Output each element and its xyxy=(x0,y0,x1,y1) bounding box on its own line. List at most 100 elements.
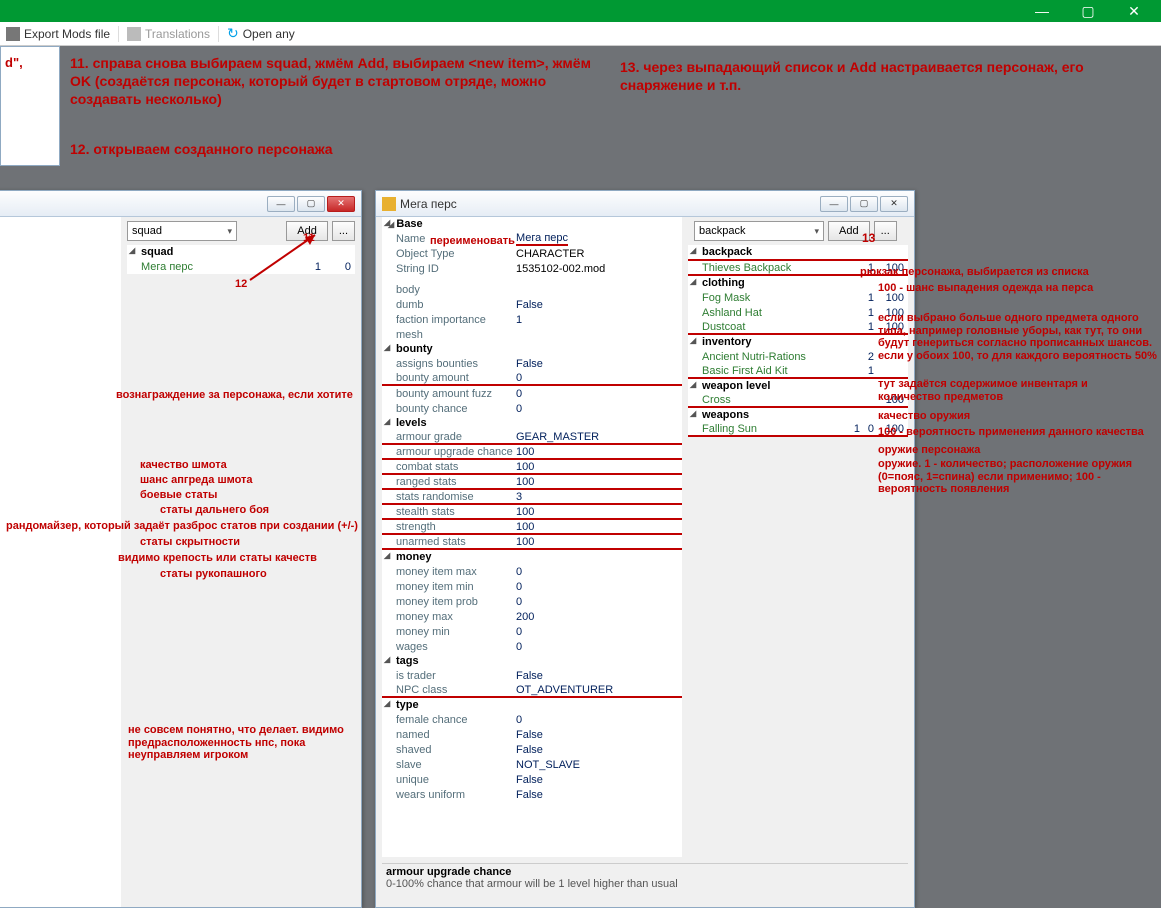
export-mods-button[interactable]: Export Mods file xyxy=(6,27,110,41)
inventory-item-row[interactable]: Ancient Nutri-Rations2 xyxy=(688,349,908,364)
named-key: named xyxy=(396,729,516,741)
bounty-fuzz-value[interactable]: 0 xyxy=(516,388,522,400)
money-section-head[interactable]: money xyxy=(382,550,682,564)
category-dropdown[interactable]: squad xyxy=(127,221,237,241)
squad-item-row[interactable]: Мега перс 1 0 xyxy=(127,259,355,274)
assigns-bounties-value[interactable]: False xyxy=(516,358,543,370)
dumb-value[interactable]: False xyxy=(516,299,543,311)
weapon-level-section-head[interactable]: weapon level xyxy=(688,379,908,393)
money-min-key: money min xyxy=(396,626,516,638)
female-chance-value[interactable]: 0 xyxy=(516,714,522,726)
clothing-item-row[interactable]: Fog Mask1100 xyxy=(688,290,908,305)
unarmed-stats-value[interactable]: 100 xyxy=(516,536,534,548)
named-value[interactable]: False xyxy=(516,729,543,741)
window-minimize-button[interactable]: — xyxy=(820,196,848,212)
unique-key: unique xyxy=(396,774,516,786)
shaved-value[interactable]: False xyxy=(516,744,543,756)
money-min-value[interactable]: 0 xyxy=(516,626,522,638)
stats-randomise-value[interactable]: 3 xyxy=(516,491,522,503)
window-maximize-button[interactable]: ▢ xyxy=(297,196,325,212)
clothing-item-row[interactable]: Dustcoat1100 xyxy=(688,320,908,335)
backpack-section-head[interactable]: backpack xyxy=(688,245,908,261)
refs-category-dropdown[interactable]: backpack xyxy=(694,221,824,241)
stats-randomise-key: stats randomise xyxy=(396,491,516,503)
base-section-head[interactable]: ◢ Base xyxy=(382,217,682,231)
mesh-key[interactable]: mesh xyxy=(396,329,516,341)
bounty-amount-value[interactable]: 0 xyxy=(516,372,522,384)
item-name: Мега перс xyxy=(141,261,301,273)
ranged-stats-value[interactable]: 100 xyxy=(516,476,534,488)
window-chrome[interactable]: Мега перс — ▢ ✕ xyxy=(376,191,914,217)
open-any-button[interactable]: ↻ Open any xyxy=(227,25,295,42)
armour-grade-key: armour grade xyxy=(396,431,516,443)
window-minimize-button[interactable]: — xyxy=(1019,1,1065,21)
toolbar-separator xyxy=(218,26,219,42)
window-chrome[interactable]: — ▢ ✕ xyxy=(0,191,361,217)
money-item-min-value[interactable]: 0 xyxy=(516,581,522,593)
item-col2: 0 xyxy=(321,261,351,273)
bounty-chance-value[interactable]: 0 xyxy=(516,403,522,415)
money-max-value[interactable]: 200 xyxy=(516,611,534,623)
armour-upgrade-value[interactable]: 100 xyxy=(516,446,534,458)
window-icon xyxy=(382,197,396,211)
annotation-strength: видимо крепость или статы качеств xyxy=(118,552,317,565)
weapons-item-row[interactable]: Falling Sun10100 xyxy=(688,422,908,437)
bounty-section-head[interactable]: bounty xyxy=(382,342,682,356)
character-props-pane: ◢ Base NameМега перс Object TypeCHARACTE… xyxy=(382,217,682,857)
slave-value[interactable]: NOT_SLAVE xyxy=(516,759,580,771)
annotation-mark-13: 13 xyxy=(862,232,875,246)
character-editor-window: Мега перс — ▢ ✕ ◢ Base NameМега перс Obj… xyxy=(375,190,915,908)
window-restore-button[interactable]: ▢ xyxy=(1065,1,1111,21)
faction-importance-value[interactable]: 1 xyxy=(516,314,522,326)
character-refs-pane: backpack Add ... backpack Thieves Backpa… xyxy=(688,217,908,857)
faction-importance-key: faction importance xyxy=(396,314,516,326)
window-close-button[interactable]: ✕ xyxy=(327,196,355,212)
inventory-section-head[interactable]: inventory xyxy=(688,335,908,349)
window-close-button[interactable]: ✕ xyxy=(1111,1,1157,21)
export-label: Export Mods file xyxy=(24,27,110,41)
levels-section-head[interactable]: levels xyxy=(382,416,682,430)
translations-button[interactable]: Translations xyxy=(127,27,210,41)
stealth-stats-value[interactable]: 100 xyxy=(516,506,534,518)
annotation-weapons: оружие персонажа xyxy=(878,444,980,457)
left-fragment-box: d", xyxy=(0,46,60,166)
window-close-button[interactable]: ✕ xyxy=(880,196,908,212)
bounty-fuzz-key: bounty amount fuzz xyxy=(396,388,516,400)
desc-title: armour upgrade chance xyxy=(386,866,511,878)
combat-stats-value[interactable]: 100 xyxy=(516,461,534,473)
annotation-unarmed: статы рукопашного xyxy=(160,568,267,581)
clothing-item-row[interactable]: Ashland Hat1100 xyxy=(688,305,908,320)
name-value[interactable]: Мега перс xyxy=(516,232,568,246)
npc-class-value[interactable]: OT_ADVENTURER xyxy=(516,684,613,696)
desc-body: 0-100% chance that armour will be 1 leve… xyxy=(386,878,678,890)
assigns-bounties-key: assigns bounties xyxy=(396,358,516,370)
strength-value[interactable]: 100 xyxy=(516,521,534,533)
string-id-value: 1535102-002.mod xyxy=(516,263,605,275)
refs-more-button[interactable]: ... xyxy=(874,221,897,241)
is-trader-value[interactable]: False xyxy=(516,670,543,682)
weapon-level-item-row[interactable]: Cross100 xyxy=(688,393,908,408)
app-titlebar: — ▢ ✕ xyxy=(0,0,1161,22)
armour-upgrade-key: armour upgrade chance xyxy=(396,446,516,458)
money-item-prob-value[interactable]: 0 xyxy=(516,596,522,608)
unique-value[interactable]: False xyxy=(516,774,543,786)
more-button[interactable]: ... xyxy=(332,221,355,241)
tags-section-head[interactable]: tags xyxy=(382,654,682,668)
body-key[interactable]: body xyxy=(396,284,516,296)
window-title: Мега перс xyxy=(400,197,457,211)
squad-section-head[interactable]: squad xyxy=(127,245,355,259)
inventory-item-row[interactable]: Basic First Aid Kit1 xyxy=(688,364,908,379)
wages-value[interactable]: 0 xyxy=(516,641,522,653)
window-minimize-button[interactable]: — xyxy=(267,196,295,212)
stealth-stats-key: stealth stats xyxy=(396,506,516,518)
type-section-head[interactable]: type xyxy=(382,698,682,712)
money-item-max-value[interactable]: 0 xyxy=(516,566,522,578)
wears-uniform-value[interactable]: False xyxy=(516,789,543,801)
female-chance-key: female chance xyxy=(396,714,516,726)
armour-grade-value[interactable]: GEAR_MASTER xyxy=(516,431,599,443)
weapons-section-head[interactable]: weapons xyxy=(688,408,908,422)
window-maximize-button[interactable]: ▢ xyxy=(850,196,878,212)
object-type-key: Object Type xyxy=(396,248,516,260)
annotation-step-12: 12. открываем созданного персонажа xyxy=(70,140,333,158)
annotation-chance100: 100 - шанс выпадения одежда на перса xyxy=(878,282,1138,295)
